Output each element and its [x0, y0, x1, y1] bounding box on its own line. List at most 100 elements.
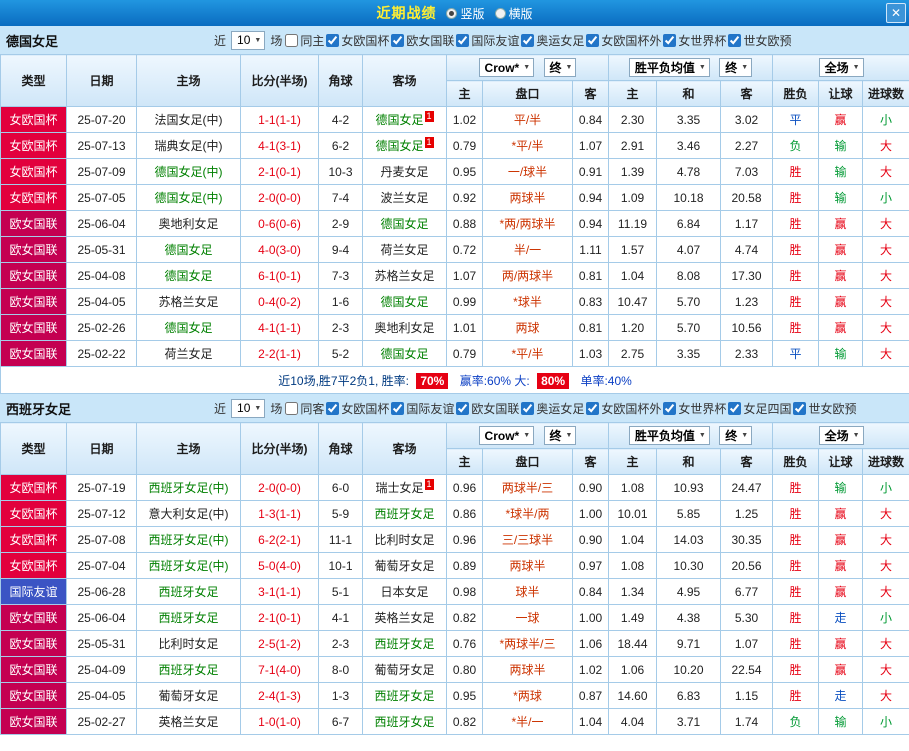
team-name: 西班牙女足 [6, 401, 72, 417]
fulltime-select[interactable]: 全场 ▼ [818, 426, 864, 445]
away-team: 丹麦女足 [362, 158, 447, 185]
competition-filter-checkbox[interactable] [456, 33, 470, 47]
goals-result: 小 [862, 604, 909, 631]
result: 平 [772, 106, 820, 133]
competition-filter-checkbox[interactable] [521, 33, 535, 47]
avg-final-select[interactable]: 终 ▼ [719, 58, 753, 77]
competition-filter[interactable]: 女世界杯 [663, 32, 726, 49]
home-team: 西班牙女足 [136, 578, 241, 605]
home-team: 葡萄牙女足 [136, 682, 241, 709]
competition-filter-checkbox[interactable] [521, 401, 535, 415]
avg-odds-select[interactable]: 胜平负均值 ▼ [628, 426, 710, 445]
away-odds: 0.83 [572, 288, 609, 315]
avg-away: 1.07 [719, 630, 774, 657]
goals-result: 大 [862, 210, 909, 237]
odds-company-select[interactable]: Crow* ▼ [478, 426, 535, 446]
away-odds: 0.87 [572, 682, 609, 709]
odds-final-select[interactable]: 终 ▼ [543, 425, 577, 445]
competition-filter[interactable]: 奥运女足 [521, 32, 584, 49]
away-team: 德国女足 [362, 210, 447, 237]
avg-away: 24.47 [719, 474, 774, 501]
avg-final-select[interactable]: 终 ▼ [719, 426, 753, 445]
team-label: 丹麦女足 [380, 165, 429, 179]
avg-draw: 9.71 [656, 630, 721, 657]
competition-filter[interactable]: 世女欧预 [728, 32, 791, 49]
competition-filter[interactable]: 女欧国杯 [326, 400, 389, 417]
team-label: 葡萄牙女足 [374, 559, 435, 573]
competition-filter-checkbox[interactable] [326, 401, 340, 415]
competition-filter[interactable]: 女足四国 [728, 400, 791, 417]
filter-bar: 近 10 ▼ 场 同客 女欧国杯 国际友谊 欧女国联 奥运女足 女欧国杯外 女世界杯 女足四国… [212, 398, 857, 418]
layout-option-vertical[interactable]: 竖版 [446, 5, 485, 22]
match-row: 女欧国杯 25-07-13 瑞典女足(中) 4-1(3-1) 6-2 德国女足 1 0.79 *… [0, 132, 909, 159]
col-handicap-result: 让球 [818, 80, 864, 107]
avg-draw: 10.18 [656, 184, 721, 211]
competition-filter[interactable]: 欧女国联 [456, 400, 519, 417]
away-team: 瑞士女足 1 [362, 474, 447, 501]
home-odds: 0.86 [446, 500, 483, 527]
match-count-select[interactable]: 10 ▼ [231, 398, 266, 418]
same-venue-checkbox[interactable] [285, 33, 299, 47]
competition-filter[interactable]: 女欧国杯外 [586, 32, 661, 49]
close-button[interactable]: ✕ [886, 3, 906, 23]
team-label: 德国女足 [164, 243, 213, 257]
odds-final-select[interactable]: 终 ▼ [543, 57, 577, 77]
team-label: 西班牙女足 [374, 507, 435, 521]
col-handicap-result: 让球 [818, 448, 864, 475]
team-label: 德国女足 [375, 113, 424, 127]
competition-filter[interactable]: 奥运女足 [521, 400, 584, 417]
competition-filter-checkbox[interactable] [326, 33, 340, 47]
competition-filter-checkbox[interactable] [663, 33, 677, 47]
avg-home: 4.04 [608, 708, 657, 735]
competition-filter-checkbox[interactable] [793, 401, 807, 415]
match-row: 国际友谊 25-06-28 西班牙女足 3-1(1-1) 5-1 日本女足 0.98 球半 0.… [0, 578, 909, 605]
avg-away: 17.30 [719, 262, 774, 289]
away-team: 荷兰女足 [362, 236, 447, 263]
handicap-result: 输 [818, 132, 864, 159]
competition-filter-checkbox[interactable] [728, 401, 742, 415]
competition-filter[interactable]: 女世界杯 [663, 400, 726, 417]
layout-option-horizontal[interactable]: 横版 [494, 5, 533, 22]
avg-odds-select[interactable]: 胜平负均值 ▼ [628, 58, 710, 77]
competition-filter-checkbox[interactable] [391, 33, 405, 47]
match-date: 25-02-26 [66, 314, 137, 341]
match-date: 25-02-27 [66, 708, 137, 735]
same-venue-filter[interactable]: 同客 [285, 400, 324, 417]
competition-filter-checkbox[interactable] [728, 33, 742, 47]
competition-filter-checkbox[interactable] [663, 401, 677, 415]
odds-company-select[interactable]: Crow* ▼ [478, 58, 535, 78]
avg-away: 22.54 [719, 656, 774, 683]
home-team: 西班牙女足(中) [136, 474, 241, 501]
competition-filter[interactable]: 国际友谊 [391, 400, 454, 417]
avg-draw: 10.20 [656, 656, 721, 683]
handicap-result: 赢 [818, 656, 864, 683]
layout-option-label: 竖版 [460, 6, 485, 21]
team-label: 西班牙女足(中) [148, 533, 229, 547]
match-count-select[interactable]: 10 ▼ [231, 30, 266, 50]
fulltime-select[interactable]: 全场 ▼ [818, 58, 864, 77]
away-team: 德国女足 [362, 340, 447, 367]
avg-home: 1.08 [608, 552, 657, 579]
same-venue-checkbox[interactable] [285, 401, 299, 415]
team-label: 西班牙女足 [158, 663, 219, 677]
competition-filter[interactable]: 女欧国杯外 [586, 400, 661, 417]
competition-filter-checkbox[interactable] [586, 33, 600, 47]
competition-filter[interactable]: 国际友谊 [456, 32, 519, 49]
competition-filter-checkbox[interactable] [456, 401, 470, 415]
competition-type: 女欧国杯 [0, 500, 67, 527]
handicap: 两球半 [482, 656, 573, 683]
corners: 11-1 [318, 526, 363, 553]
competition-filter[interactable]: 女欧国杯 [326, 32, 389, 49]
competition-filter[interactable]: 欧女国联 [391, 32, 454, 49]
avg-header-cell: 胜平负均值 ▼ 终 ▼ [607, 422, 774, 449]
match-date: 25-07-13 [66, 132, 137, 159]
competition-filter-checkbox[interactable] [586, 401, 600, 415]
score: 4-0(3-0) [240, 236, 319, 263]
same-venue-filter[interactable]: 同主 [285, 32, 324, 49]
handicap-result: 走 [818, 604, 864, 631]
away-odds: 1.04 [572, 708, 609, 735]
competition-filter-checkbox[interactable] [391, 401, 405, 415]
home-odds: 0.96 [446, 526, 483, 553]
competition-filter[interactable]: 世女欧预 [793, 400, 856, 417]
result: 胜 [772, 184, 820, 211]
